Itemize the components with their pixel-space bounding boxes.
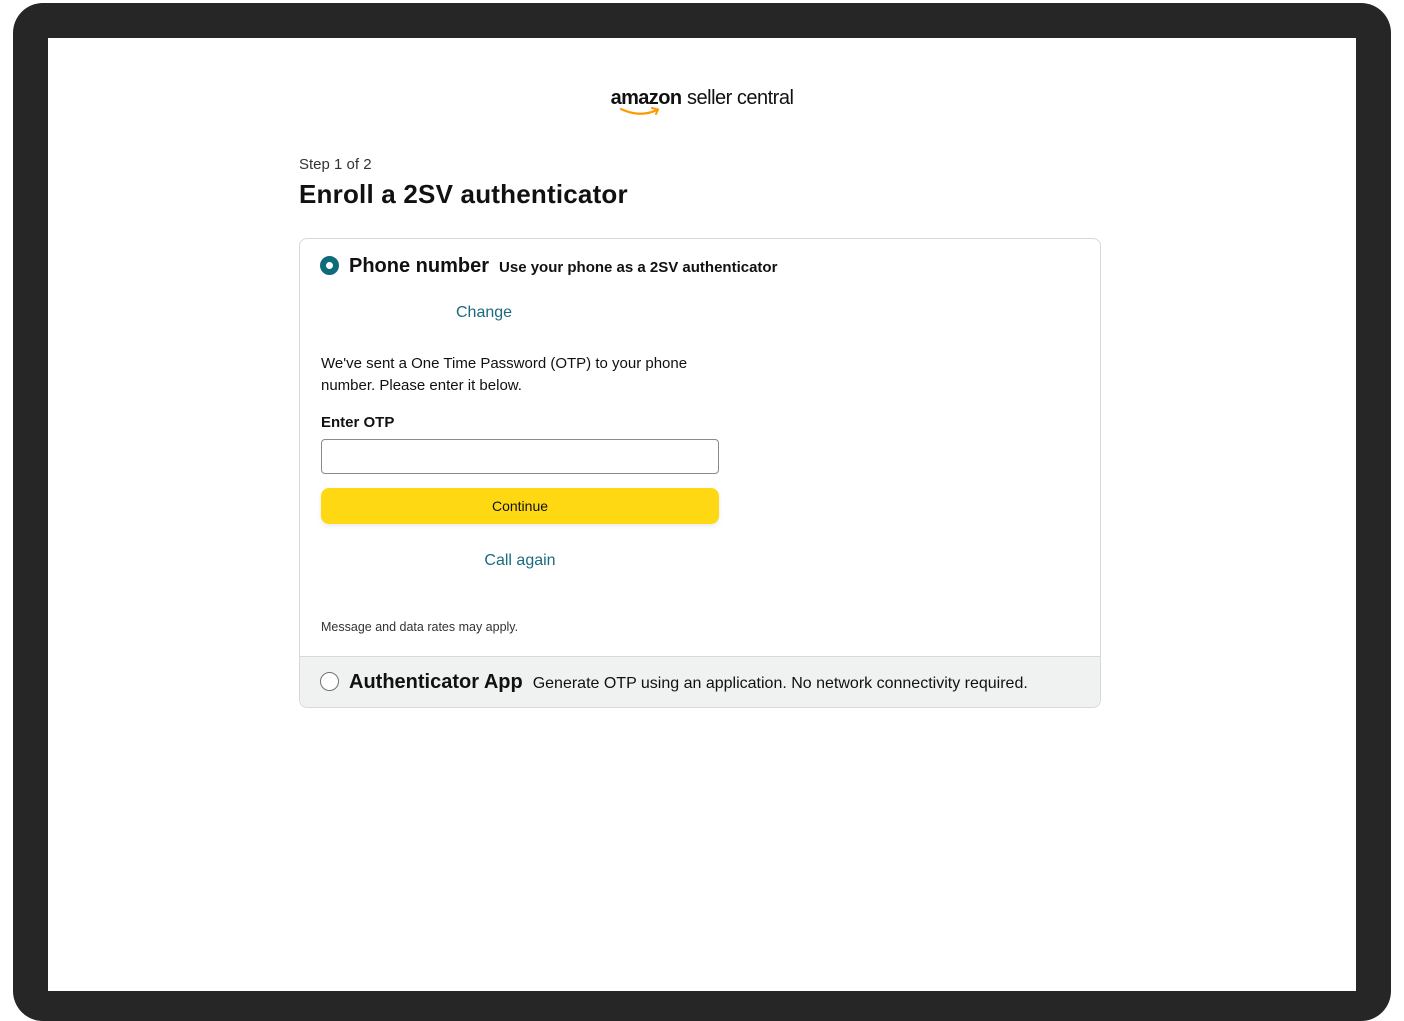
radio-unselected-icon[interactable] <box>320 672 339 691</box>
page-title: Enroll a 2SV authenticator <box>299 179 628 209</box>
step-indicator: Step 1 of 2 <box>299 156 372 173</box>
option-phone-number[interactable]: Phone number Use your phone as a 2SV aut… <box>320 253 777 278</box>
browser-viewport: amazon seller central Step 1 of 2 Enroll… <box>48 38 1356 991</box>
option-phone-number-title: Phone number <box>349 255 490 277</box>
otp-sent-message: We've sent a One Time Password (OTP) to … <box>321 355 688 394</box>
logo-product-text: seller central <box>687 87 794 109</box>
option-authenticator-app-title: Authenticator App <box>349 671 523 693</box>
radio-selected-icon[interactable] <box>320 256 339 275</box>
rates-disclaimer: Message and data rates may apply. <box>321 620 519 634</box>
amazon-smile-icon <box>619 107 659 115</box>
logo-brand-text: amazon <box>611 87 682 115</box>
option-authenticator-app-row[interactable]: Authenticator App Generate OTP using an … <box>300 656 1100 707</box>
call-again-row: Call again <box>300 552 740 570</box>
option-authenticator-app[interactable]: Authenticator App Generate OTP using an … <box>320 669 1028 694</box>
call-again-link[interactable]: Call again <box>484 552 555 569</box>
option-authenticator-app-description: Generate OTP using an application. No ne… <box>532 675 1028 692</box>
change-phone-link[interactable]: Change <box>456 304 512 322</box>
device-frame: amazon seller central Step 1 of 2 Enroll… <box>13 3 1391 1021</box>
continue-button[interactable]: Continue <box>321 488 719 524</box>
otp-field-label: Enter OTP <box>321 414 395 431</box>
option-phone-number-description: Use your phone as a 2SV authenticator <box>499 259 778 276</box>
otp-input[interactable] <box>321 439 719 474</box>
amazon-seller-central-logo: amazon seller central <box>48 87 1356 115</box>
authenticator-options-card: Phone number Use your phone as a 2SV aut… <box>299 238 1101 708</box>
